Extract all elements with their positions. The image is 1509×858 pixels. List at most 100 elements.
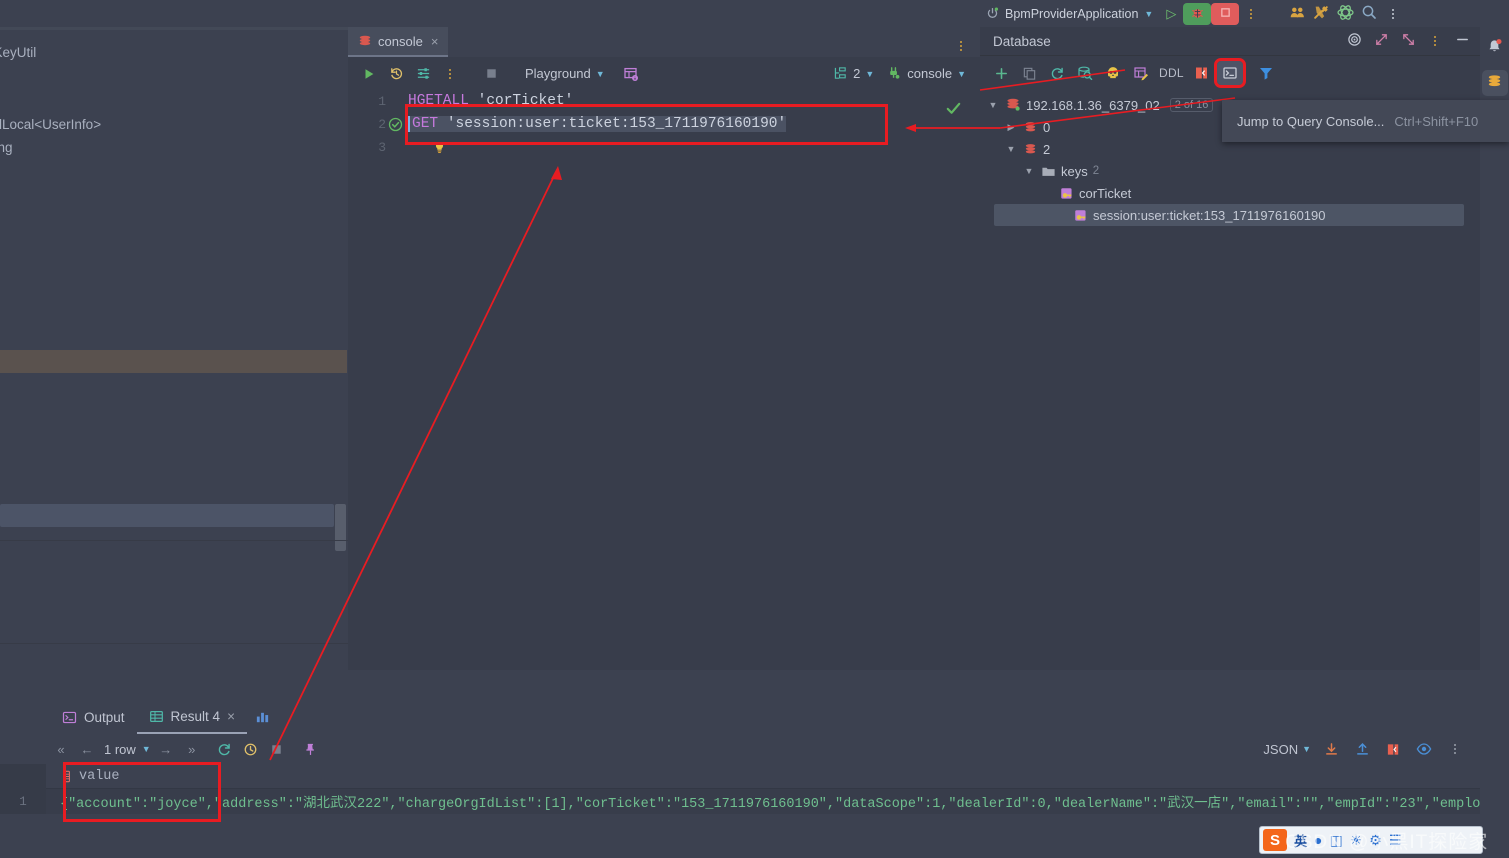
debug-button[interactable] [1183, 2, 1212, 25]
add-data-source-button[interactable] [988, 61, 1014, 85]
reload-page-button[interactable] [214, 738, 236, 760]
jump-to-query-console-button[interactable] [1213, 58, 1246, 88]
query-history-button[interactable] [240, 738, 262, 760]
services-button[interactable] [1285, 3, 1309, 25]
query-history-button[interactable] [383, 62, 409, 86]
intention-bulb-icon[interactable] [432, 140, 447, 158]
build-tools-icon [1313, 4, 1330, 24]
tab-output[interactable]: Output [50, 700, 137, 734]
open-editor-button[interactable] [1189, 61, 1215, 85]
collapse-all-button[interactable] [1396, 30, 1420, 52]
background-scrollbar-thumb[interactable] [335, 504, 346, 551]
build-tools-button[interactable] [1309, 3, 1333, 25]
more-options-button[interactable] [1239, 3, 1263, 25]
session-selector[interactable]: console ▼ [881, 66, 980, 81]
table-editor-button[interactable] [618, 62, 644, 86]
expand-all-button[interactable] [1369, 30, 1393, 52]
database-tool-window-header: Database [980, 27, 1480, 56]
mic-icon[interactable]: ● [1314, 832, 1322, 848]
stop-button[interactable] [266, 738, 288, 760]
more-vertical-icon [960, 41, 962, 51]
output-format-selector[interactable]: JSON ▼ [1263, 742, 1311, 757]
modify-table-button[interactable] [1128, 61, 1154, 85]
chevron-down-icon: ▼ [957, 68, 966, 79]
query-database-button[interactable] [1072, 61, 1098, 85]
duplicate-button[interactable] [1016, 61, 1042, 85]
stop-query-button[interactable] [478, 62, 504, 86]
notifications-button[interactable] [1482, 35, 1508, 61]
first-page-button[interactable]: « [50, 738, 72, 760]
search-button[interactable] [1357, 3, 1381, 25]
run-button[interactable]: ▷ [1159, 3, 1183, 25]
expand-icon [1374, 32, 1389, 50]
console-editor[interactable]: 1 2 3 HGETALL 'corTicket' GET 'session:u… [348, 90, 980, 670]
ime-mode-label[interactable]: 英 [1294, 831, 1307, 850]
panel-top-edge [0, 27, 348, 30]
tab-result-4[interactable]: Result 4 × [136, 700, 247, 734]
services-icon [1289, 4, 1306, 24]
open-editor-button[interactable] [1382, 738, 1404, 760]
grid-column-header-value[interactable]: value [46, 769, 120, 784]
atom-button[interactable] [1333, 3, 1357, 25]
pin-tab-button[interactable] [300, 738, 322, 760]
result-grid[interactable]: value 1 {"account":"joyce","address":"湖北… [0, 763, 1480, 824]
toolbox-icon[interactable]: ⚙ [1369, 832, 1382, 849]
select-in-editor-button[interactable] [1342, 30, 1366, 52]
keyboard-icon[interactable]: ◫ [1329, 832, 1342, 849]
code-keyword: HGETALL [408, 93, 469, 109]
export-data-button[interactable] [1351, 738, 1373, 760]
next-page-button[interactable]: → [155, 738, 177, 760]
analysis-ok-icon[interactable] [945, 100, 962, 121]
tooltip-text: Jump to Query Console... [1237, 113, 1385, 129]
sogou-ime-bar[interactable]: S 英 ● ◫ ☀ ⚙ ☰ [1259, 826, 1483, 854]
filter-button[interactable] [1253, 61, 1279, 85]
table-row[interactable]: 1 {"account":"joyce","address":"湖北武汉222"… [0, 789, 1480, 814]
menu-icon[interactable]: ☰ [1389, 832, 1402, 849]
close-icon[interactable]: × [431, 34, 439, 49]
playground-selector[interactable]: Playground ▼ [519, 66, 611, 81]
palette-icon[interactable]: ☀ [1350, 832, 1363, 849]
close-icon[interactable]: × [227, 709, 235, 724]
editor-gutter: 1 2 3 [348, 90, 403, 670]
parameters-button[interactable] [410, 62, 436, 86]
editor-tab-options-button[interactable] [956, 35, 980, 57]
tree-node-keys[interactable]: ▼ keys 2 [980, 160, 1480, 182]
database-tool-button[interactable] [1481, 70, 1508, 96]
row-number: 1 [0, 789, 46, 814]
editor-tab-console[interactable]: console × [348, 27, 449, 57]
cell-value[interactable]: {"account":"joyce","address":"湖北武汉222","… [46, 791, 1480, 812]
chevron-down-icon[interactable]: ▼ [1004, 144, 1018, 154]
schema-selector[interactable]: 2 ▼ [827, 66, 880, 81]
chevron-down-icon[interactable]: ▼ [142, 744, 151, 754]
import-data-button[interactable] [1320, 738, 1342, 760]
chart-icon[interactable] [255, 710, 270, 725]
chevron-down-icon[interactable]: ▼ [1022, 166, 1036, 176]
panel-divider [0, 643, 348, 644]
column-icon [60, 770, 73, 783]
row-count-label[interactable]: 1 row [102, 742, 138, 757]
stop-button[interactable] [1211, 2, 1240, 25]
minimize-panel-button[interactable] [1450, 30, 1474, 52]
execute-button[interactable] [356, 62, 382, 86]
skull-button[interactable] [1100, 61, 1126, 85]
chevron-right-icon[interactable]: ▶ [1004, 122, 1018, 133]
datasource-icon [1005, 97, 1021, 113]
code-keyword: GET [412, 116, 439, 132]
tree-node-key-session-ticket[interactable]: session:user:ticket:153_1711976160190 [994, 204, 1464, 226]
run-configuration-selector[interactable]: BpmProviderApplication ▼ [980, 3, 1159, 25]
chevron-down-icon[interactable]: ▼ [986, 100, 1000, 110]
main-menu-button[interactable] [1381, 3, 1405, 25]
tree-node-key-corticket[interactable]: corTicket [980, 182, 1480, 204]
last-page-button[interactable]: » [181, 738, 203, 760]
console-options-button[interactable] [437, 62, 463, 86]
value-preview-button[interactable] [1413, 738, 1435, 760]
grid-header-row: value [0, 763, 1480, 789]
ddl-button[interactable]: DDL [1156, 66, 1187, 80]
statement-ok-icon[interactable] [388, 117, 403, 135]
results-options-button[interactable] [1444, 738, 1466, 760]
refresh-button[interactable] [1044, 61, 1070, 85]
prev-page-button[interactable]: ← [76, 738, 98, 760]
results-tab-bar: Output Result 4 × [0, 700, 1480, 734]
database-icon [1023, 142, 1038, 157]
panel-options-button[interactable] [1423, 30, 1447, 52]
